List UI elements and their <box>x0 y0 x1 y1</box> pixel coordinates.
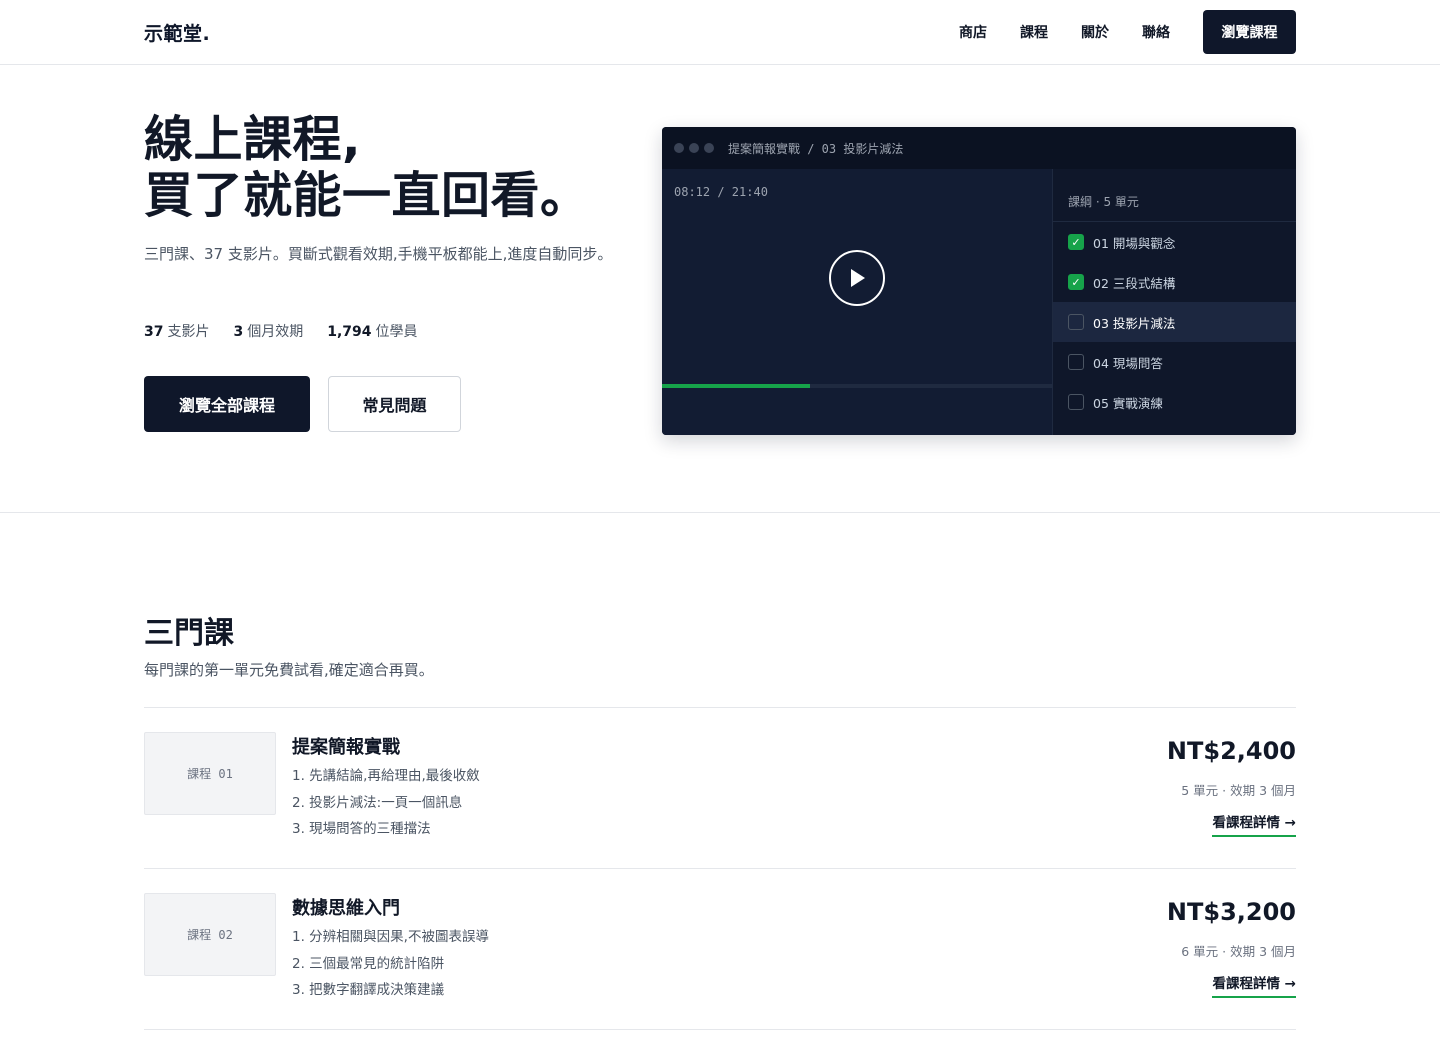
course-point: 1. 分辨相關與因果,不被圖表誤導 <box>292 929 489 945</box>
stat-value: 37 <box>144 324 164 340</box>
lesson-item[interactable]: 03 投影片減法 <box>1053 302 1296 342</box>
course-card: 課程 01 提案簡報實戰 1. 先講結論,再給理由,最後收斂 2. 投影片減法:… <box>144 708 1296 869</box>
site-logo[interactable]: 示範堂. <box>144 19 210 46</box>
lesson-label: 02 三段式結構 <box>1093 275 1176 291</box>
stat-students: 1,794 位學員 <box>327 321 417 341</box>
nav-item-shop[interactable]: 商店 <box>959 22 987 42</box>
course-outline: 課綱 · 5 單元 ✓ 01 開場與觀念 ✓ 02 三段式結構 03 投影片減法 04 現… <box>1052 169 1296 435</box>
course-point: 3. 現場問答的三種擋法 <box>292 821 431 837</box>
hero-title: 線上課程, 買了就能一直回看。 <box>144 112 590 224</box>
course-detail-link[interactable]: 看課程詳情 → <box>1212 972 1296 998</box>
course-point: 2. 投影片減法:一頁一個訊息 <box>292 794 463 811</box>
lesson-item[interactable]: 04 現場問答 <box>1053 342 1296 382</box>
hero-title-line-1: 線上課程, <box>144 111 362 168</box>
stat-label: 個月效期 <box>247 324 304 340</box>
video-area[interactable]: 08:12 / 21:40 <box>662 169 1052 435</box>
course-meta: 5 單元 · 效期 3 個月 <box>1181 783 1296 798</box>
lesson-label: 05 實戰演練 <box>1093 395 1163 411</box>
window-dot-icon <box>704 143 714 153</box>
window-dot-icon <box>674 143 684 153</box>
lesson-item[interactable]: 05 實戰演練 <box>1053 382 1296 422</box>
main-nav: 商店 課程 關於 聯絡 瀏覽課程 <box>959 10 1296 54</box>
video-timecode: 08:12 / 21:40 <box>674 185 768 199</box>
hero-title-line-2: 買了就能一直回看。 <box>144 167 590 224</box>
play-icon <box>851 269 865 287</box>
course-point: 3. 把數字翻譯成決策建議 <box>292 982 445 998</box>
course-player-preview: 提案簡報實戰 / 03 投影片減法 08:12 / 21:40 課綱 · 5 單… <box>662 127 1296 435</box>
course-title[interactable]: 提案簡報實戰 <box>292 733 400 759</box>
checkbox-checked-icon[interactable]: ✓ <box>1068 274 1084 290</box>
course-thumbnail[interactable]: 課程 01 <box>144 732 276 815</box>
stat-videos: 37 支影片 <box>144 321 209 341</box>
lesson-label: 01 開場與觀念 <box>1093 235 1176 251</box>
nav-item-about[interactable]: 關於 <box>1081 22 1109 42</box>
browse-all-courses-button[interactable]: 瀏覽全部課程 <box>144 376 310 432</box>
course-meta: 6 單元 · 效期 3 個月 <box>1181 944 1296 959</box>
course-point: 1. 先講結論,再給理由,最後收斂 <box>292 768 480 784</box>
section-divider <box>0 512 1440 513</box>
hero-subtitle: 三門課、37 支影片。買斷式觀看效期,手機平板都能上,進度自動同步。 <box>144 245 613 263</box>
checkbox-icon[interactable] <box>1068 394 1084 410</box>
course-price: NT$3,200 <box>1166 898 1296 926</box>
site-header: 示範堂. 商店 課程 關於 聯絡 瀏覽課程 <box>0 0 1440 65</box>
outline-heading: 課綱 · 5 單元 <box>1053 169 1296 222</box>
course-title[interactable]: 數據思維入門 <box>292 894 400 920</box>
lesson-item[interactable]: ✓ 01 開場與觀念 <box>1053 222 1296 262</box>
nav-item-courses[interactable]: 課程 <box>1020 22 1048 42</box>
lesson-item[interactable]: ✓ 02 三段式結構 <box>1053 262 1296 302</box>
play-button[interactable] <box>829 250 885 306</box>
video-progress-fill <box>662 384 811 388</box>
courses-title: 三門課 <box>144 616 234 651</box>
player-breadcrumb: 提案簡報實戰 / 03 投影片減法 <box>728 142 904 156</box>
checkbox-icon[interactable] <box>1068 314 1084 330</box>
courses-subtitle: 每門課的第一單元免費試看,確定適合再買。 <box>144 661 434 679</box>
checkbox-checked-icon[interactable]: ✓ <box>1068 234 1084 250</box>
stat-value: 1,794 <box>327 324 372 340</box>
course-price: NT$2,400 <box>1166 737 1296 765</box>
stat-label: 位學員 <box>375 324 418 340</box>
course-points: 1. 分辨相關與因果,不被圖表誤導 2. 三個最常見的統計陷阱 3. 把數字翻譯… <box>292 926 489 1006</box>
course-point: 2. 三個最常見的統計陷阱 <box>292 955 445 972</box>
nav-item-contact[interactable]: 聯絡 <box>1142 22 1170 42</box>
faq-button[interactable]: 常見問題 <box>328 376 461 432</box>
hero-stats: 37 支影片 3 個月效期 1,794 位學員 <box>144 321 442 341</box>
lesson-label: 04 現場問答 <box>1093 355 1163 371</box>
course-card: 課程 02 數據思維入門 1. 分辨相關與因果,不被圖表誤導 2. 三個最常見的… <box>144 869 1296 1030</box>
checkbox-icon[interactable] <box>1068 354 1084 370</box>
lesson-label: 03 投影片減法 <box>1093 315 1176 331</box>
course-points: 1. 先講結論,再給理由,最後收斂 2. 投影片減法:一頁一個訊息 3. 現場問… <box>292 765 480 845</box>
course-list: 課程 01 提案簡報實戰 1. 先講結論,再給理由,最後收斂 2. 投影片減法:… <box>144 707 1296 1030</box>
player-titlebar: 提案簡報實戰 / 03 投影片減法 <box>662 127 1296 169</box>
stat-label: 支影片 <box>167 324 210 340</box>
course-thumbnail[interactable]: 課程 02 <box>144 893 276 976</box>
video-progress-bar[interactable] <box>662 384 1052 388</box>
window-dot-icon <box>689 143 699 153</box>
stat-value: 3 <box>233 324 244 340</box>
browse-courses-button[interactable]: 瀏覽課程 <box>1203 10 1296 54</box>
stat-validity: 3 個月效期 <box>233 321 303 341</box>
course-detail-link[interactable]: 看課程詳情 → <box>1212 811 1296 837</box>
lesson-list: ✓ 01 開場與觀念 ✓ 02 三段式結構 03 投影片減法 04 現場問答 05 實戰演練 <box>1053 222 1296 422</box>
